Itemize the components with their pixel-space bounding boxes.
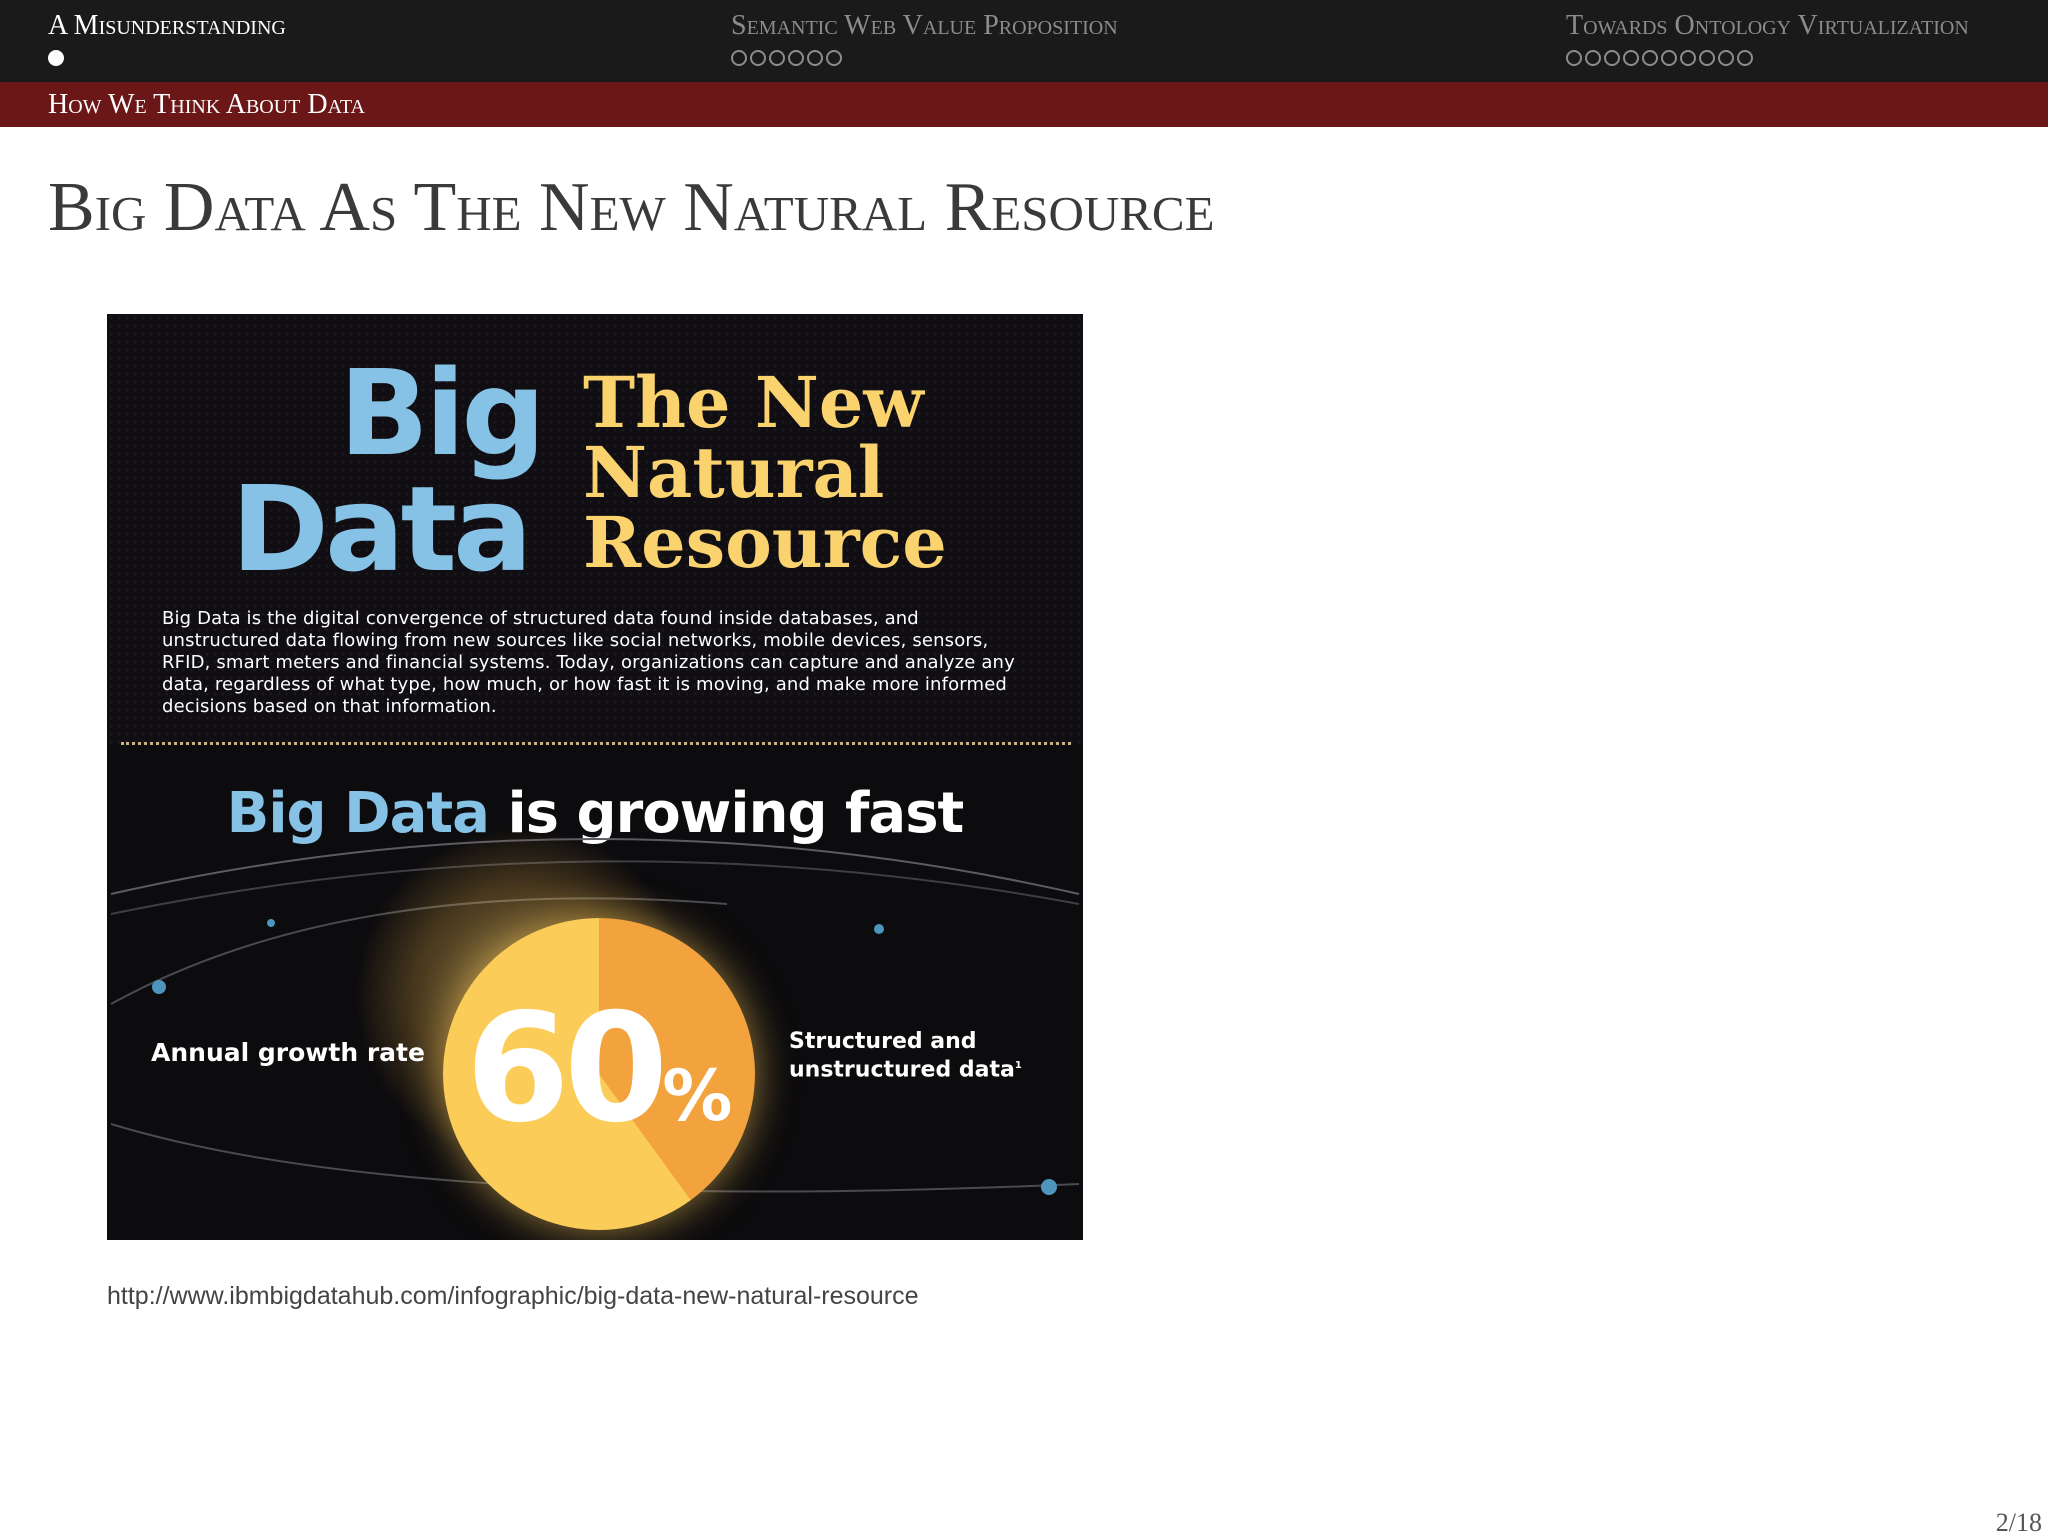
nav-section-title[interactable]: Semantic Web Value Proposition <box>731 8 1118 44</box>
nav-frame-dot[interactable] <box>731 50 747 66</box>
nav-frame-dot[interactable] <box>1642 50 1658 66</box>
nav-frame-dot[interactable] <box>826 50 842 66</box>
nav-frame-dot[interactable] <box>1699 50 1715 66</box>
nav-frame-dot[interactable] <box>769 50 785 66</box>
annual-growth-label: Annual growth rate <box>151 1038 425 1067</box>
nav-frame-dot[interactable] <box>1604 50 1620 66</box>
growth-percent-number: 60 <box>465 982 669 1156</box>
nav-frame-dot[interactable] <box>1661 50 1677 66</box>
orbit-planet <box>152 980 166 994</box>
slide-title: Big Data As The New Natural Resource <box>48 169 1215 246</box>
structured-label-line1: Structured and <box>789 1029 977 1054</box>
nav-frame-dot[interactable] <box>48 50 64 66</box>
nav-section-ontology-virtualization[interactable]: Towards Ontology Virtualization <box>1566 8 1969 66</box>
footnote-mark: 1 <box>1014 1060 1022 1071</box>
nav-section-dots <box>731 50 1118 66</box>
nav-frame-dot[interactable] <box>1680 50 1696 66</box>
nav-frame-dot[interactable] <box>1566 50 1582 66</box>
nav-frame-dot[interactable] <box>1718 50 1734 66</box>
section-navigation-bar: A Misunderstanding Semantic Web Value Pr… <box>0 0 2048 82</box>
nav-section-title[interactable]: Towards Ontology Virtualization <box>1566 8 1969 44</box>
nav-frame-dot[interactable] <box>807 50 823 66</box>
orbit-planet <box>1041 1179 1057 1195</box>
subsection-bar: How We Think About Data <box>0 82 2048 127</box>
nav-frame-dot[interactable] <box>788 50 804 66</box>
nav-frame-dot[interactable] <box>1585 50 1601 66</box>
structured-label-line2-text: unstructured data <box>789 1057 1015 1083</box>
nav-frame-dot[interactable] <box>750 50 766 66</box>
growth-percent: 60% <box>443 994 755 1144</box>
nav-section-title[interactable]: A Misunderstanding <box>48 8 286 44</box>
nav-section-dots <box>1566 50 1969 66</box>
big-data-infographic: Big Data The New Natural Resource Big Da… <box>107 314 1083 1240</box>
structured-label-line2: unstructured data1 <box>789 1054 1022 1082</box>
orbit-planet <box>874 924 884 934</box>
orbit-planet <box>267 919 275 927</box>
nav-section-dots <box>48 50 286 66</box>
subsection-title[interactable]: How We Think About Data <box>48 85 365 125</box>
growth-percent-sign: % <box>662 1055 733 1137</box>
page-number: 2/18 <box>1995 1508 2042 1537</box>
nav-frame-dot[interactable] <box>1737 50 1753 66</box>
source-url-link[interactable]: http://www.ibmbigdatahub.com/infographic… <box>107 1282 919 1311</box>
nav-frame-dot[interactable] <box>1623 50 1639 66</box>
structured-data-label: Structured and unstructured data1 <box>789 1030 1022 1082</box>
nav-section-semantic-web[interactable]: Semantic Web Value Proposition <box>731 8 1118 66</box>
nav-section-misunderstanding[interactable]: A Misunderstanding <box>48 8 286 66</box>
